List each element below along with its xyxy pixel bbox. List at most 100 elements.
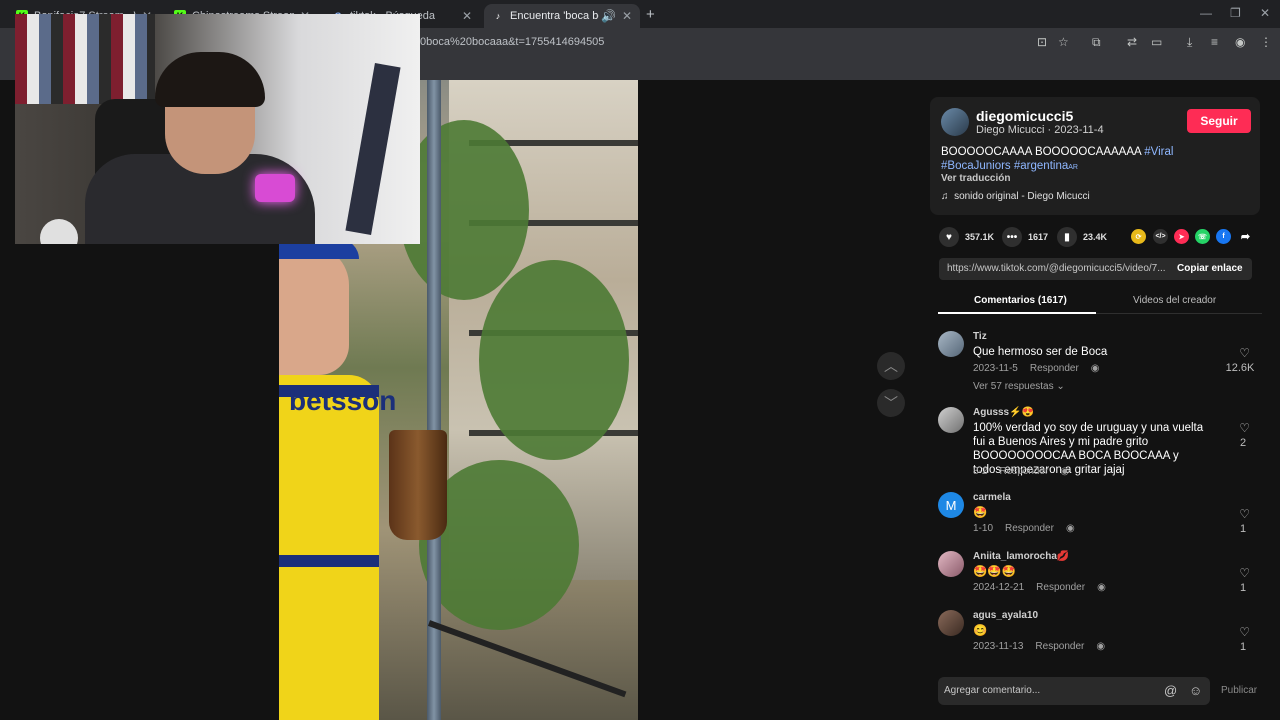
- emoji-icon[interactable]: ☺: [1189, 683, 1202, 698]
- original-sound[interactable]: ♫ sonido original - Diego Micucci: [941, 191, 1090, 202]
- commenter-avatar[interactable]: [938, 407, 964, 433]
- previous-video-button[interactable]: ︿: [877, 352, 905, 380]
- tab-tiktok[interactable]: ♪ Encuentra 'boca boca boca' 🔊 ✕: [484, 4, 640, 28]
- commenter-avatar[interactable]: M: [938, 492, 964, 518]
- creator-username[interactable]: diegomicucci5: [976, 108, 1073, 124]
- hashtag[interactable]: #argentina: [1014, 160, 1068, 172]
- hashtag[interactable]: #BocaJuniors: [941, 160, 1011, 172]
- comment-text: 😊: [973, 625, 988, 637]
- translate-icon[interactable]: ⇄: [1127, 35, 1137, 49]
- comment-like-count: 1: [1239, 641, 1247, 653]
- video-link[interactable]: https://www.tiktok.com/@diegomicucci5/vi…: [947, 263, 1169, 274]
- link-box: https://www.tiktok.com/@diegomicucci5/vi…: [939, 258, 1252, 280]
- whatsapp-icon[interactable]: ☏: [1195, 229, 1210, 244]
- next-video-button[interactable]: ﹀: [877, 389, 905, 417]
- repost-icon[interactable]: ⟳: [1131, 229, 1146, 244]
- comment-input[interactable]: Agregar comentario... @ ☺: [938, 677, 1210, 705]
- commenter-avatar[interactable]: [938, 331, 964, 357]
- commenter-name[interactable]: Tiz: [973, 331, 987, 342]
- comment-meta: 1-10 Responder ◉: [973, 523, 1087, 534]
- reply-button[interactable]: Responder: [1036, 582, 1085, 593]
- post-comment-button[interactable]: Publicar: [1221, 685, 1257, 696]
- share-arrow-icon[interactable]: ➦: [1238, 229, 1253, 244]
- commenter-name[interactable]: Aniita_lamorocha💋: [973, 551, 1069, 562]
- commenter-name[interactable]: Agusss⚡😍: [973, 407, 1034, 418]
- copy-link-button[interactable]: Copiar enlace: [1177, 263, 1243, 274]
- close-tab-icon[interactable]: ✕: [462, 9, 472, 23]
- hashtag[interactable]: #Viral: [1144, 146, 1173, 158]
- follow-button[interactable]: Seguir: [1187, 109, 1251, 133]
- reply-button[interactable]: Responder: [999, 466, 1048, 477]
- tab-creator-videos[interactable]: Videos del creador: [1133, 295, 1216, 306]
- post-caption: BOOOOOCAAAA BOOOOOCAAAAAA #Viral #BocaJu…: [941, 145, 1241, 175]
- comment-bubble-icon: •••: [1002, 227, 1022, 247]
- heart-outline-icon[interactable]: ♡: [1239, 346, 1250, 360]
- screen-icon[interactable]: ▭: [1151, 35, 1162, 49]
- chevron-down-icon: ⌄: [1056, 381, 1065, 392]
- reply-button[interactable]: Responder: [1005, 523, 1054, 534]
- tiktok-icon: ♪: [495, 11, 501, 21]
- menu-icon[interactable]: ⋮: [1260, 35, 1272, 49]
- creator-liked-icon: ◉: [1096, 641, 1106, 652]
- tree: [479, 260, 629, 460]
- address-bar[interactable]: 0boca%20bocaaa&t=1755414694505: [420, 36, 604, 48]
- minimize-icon[interactable]: —: [1200, 6, 1212, 20]
- comment-text: 🤩: [973, 507, 988, 519]
- creator-liked-icon: ◉: [1090, 363, 1100, 374]
- bookmark-star-icon[interactable]: ☆: [1058, 35, 1069, 49]
- like-stat[interactable]: ♥ 357.1K: [939, 227, 994, 247]
- creator-liked-icon: ◉: [1097, 582, 1106, 593]
- speaker-icon[interactable]: 🔊: [601, 9, 616, 23]
- mate-cup: [389, 430, 447, 540]
- chevron-up-icon: ︿: [884, 358, 898, 374]
- creator-avatar[interactable]: [941, 108, 969, 136]
- restore-icon[interactable]: ❐: [1230, 6, 1241, 20]
- commenter-avatar[interactable]: [938, 551, 964, 577]
- sound-name: sonido original - Diego Micucci: [954, 191, 1090, 202]
- new-tab-button[interactable]: +: [646, 6, 655, 23]
- comment-meta: 2023-11-13 Responder ◉: [973, 641, 1117, 652]
- comment-date: 2023-11-5: [973, 363, 1018, 374]
- creator-subline: Diego Micucci · 2023-11-4: [976, 124, 1104, 136]
- save-stat[interactable]: ▮ 23.4K: [1057, 227, 1107, 247]
- install-app-icon[interactable]: ⊡: [1037, 35, 1047, 49]
- balcony-rail: [427, 620, 627, 698]
- commenter-name[interactable]: agus_ayala10: [973, 610, 1038, 621]
- heart-outline-icon[interactable]: ♡: [1239, 507, 1250, 521]
- comment-meta: 2023-11-5 Responder ◉: [973, 363, 1112, 374]
- heart-icon: ♥: [939, 227, 959, 247]
- send-icon[interactable]: ➤: [1174, 229, 1189, 244]
- download-icon[interactable]: ⤓: [1187, 35, 1192, 50]
- post-date: 2023-11-4: [1054, 124, 1104, 136]
- profile-avatar-icon[interactable]: ◉: [1235, 35, 1245, 49]
- comment-date: 2024-12-21: [973, 582, 1025, 593]
- close-tab-icon[interactable]: ✕: [622, 9, 632, 23]
- shirt-sponsor-text: betsson: [289, 385, 397, 416]
- embed-icon[interactable]: </>: [1153, 229, 1168, 244]
- comment-date: 1-10: [973, 523, 994, 534]
- mention-icon[interactable]: @: [1164, 683, 1177, 698]
- comment-placeholder: Agregar comentario...: [944, 685, 1041, 696]
- shirt-stripe: [279, 555, 379, 567]
- comment-stat[interactable]: ••• 1617: [1002, 227, 1048, 247]
- person-head: [279, 245, 349, 375]
- reply-button[interactable]: Responder: [1030, 363, 1079, 374]
- reply-button[interactable]: Responder: [1035, 641, 1084, 652]
- heart-outline-icon[interactable]: ♡: [1239, 566, 1250, 580]
- close-window-icon[interactable]: ✕: [1260, 6, 1270, 20]
- heart-outline-icon[interactable]: ♡: [1239, 625, 1250, 639]
- comment-text: Que hermoso ser de Boca: [973, 346, 1108, 358]
- comment-like-count: 1: [1239, 582, 1247, 594]
- extensions-icon[interactable]: ⧉: [1092, 35, 1101, 50]
- view-replies-button[interactable]: Ver 57 respuestas ⌄: [973, 381, 1065, 392]
- facebook-icon[interactable]: f: [1216, 229, 1231, 244]
- commenter-name[interactable]: carmela: [973, 492, 1011, 503]
- see-translation-link[interactable]: Ver traducción: [941, 173, 1010, 184]
- tab-comments[interactable]: Comentarios (1617): [974, 295, 1067, 306]
- commenter-avatar[interactable]: [938, 610, 964, 636]
- heart-outline-icon[interactable]: ♡: [1239, 421, 1250, 435]
- chevron-down-icon: ﹀: [884, 395, 898, 411]
- comment-text: 🤩🤩🤩: [973, 566, 1016, 578]
- media-icon[interactable]: ≡: [1211, 35, 1218, 49]
- comment-meta: 8-2 Responder ◉: [973, 466, 1081, 477]
